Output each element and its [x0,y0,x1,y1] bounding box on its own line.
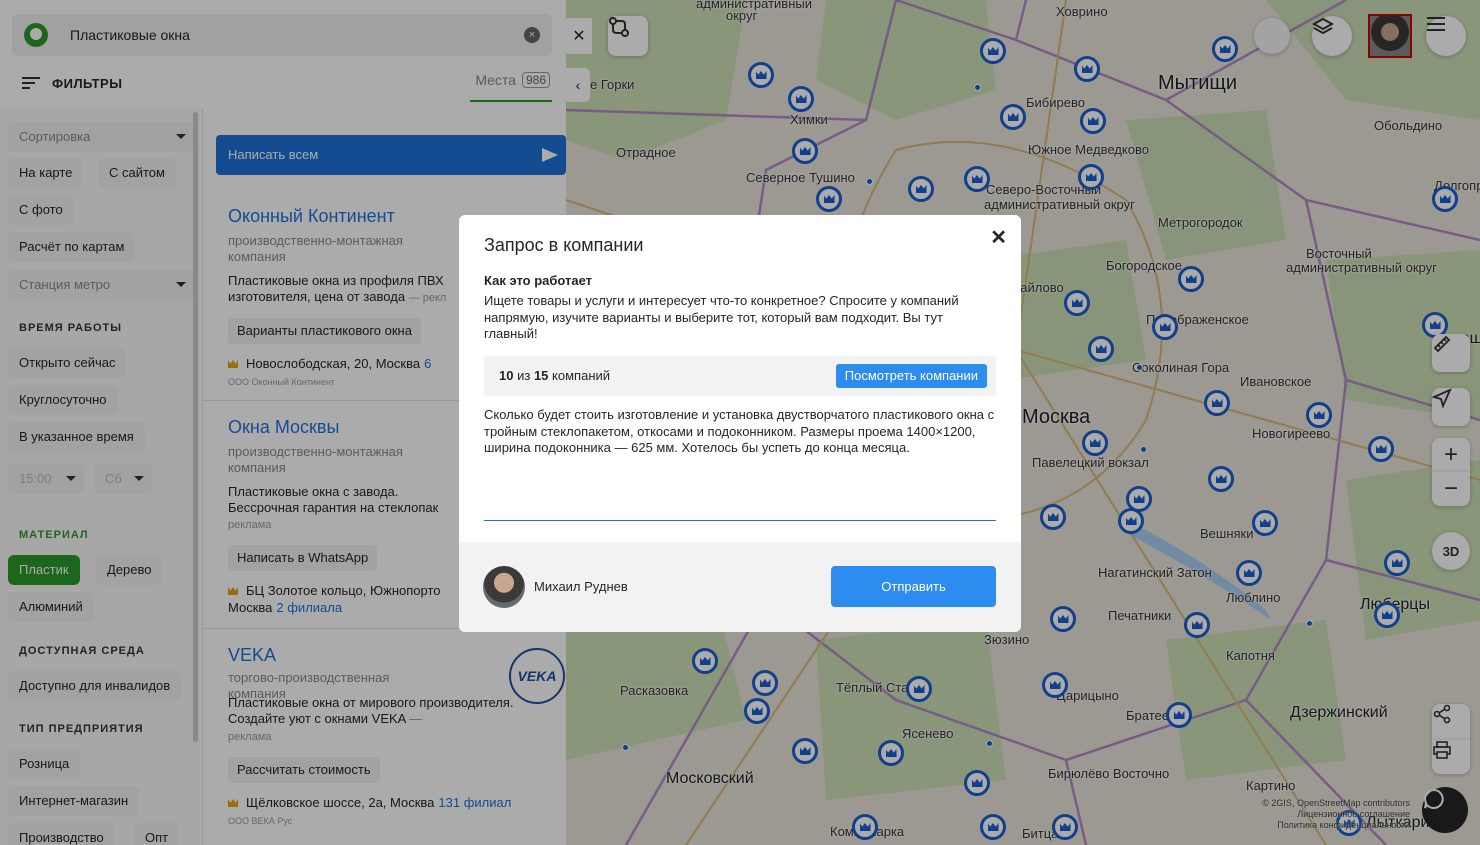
count-selected: 10 [499,368,514,383]
count-of: из [517,368,531,383]
how-it-works-text: Ищете товары и услуги и интересует что-т… [484,293,959,341]
modal-footer: Михаил Руднев Отправить [459,542,1021,632]
count-total: 15 [533,368,549,383]
send-button[interactable]: Отправить [831,566,996,607]
how-it-works-heading: Как это работает [484,273,593,288]
count-suffix: компаний [552,368,611,383]
sender-avatar [483,566,525,608]
request-modal: Запрос в компании ✕ Как это работает Ище… [459,215,1021,632]
view-companies-button[interactable]: Посмотреть компании [835,364,987,388]
message-textarea[interactable]: Сколько будет стоить изготовление и уста… [484,407,996,521]
modal-close-icon[interactable]: ✕ [990,225,1007,250]
app-root: Ховрино административный округ Мытищи Би… [0,0,1480,845]
companies-count: 10 из 15 компаний [499,368,610,383]
sender-name: Михаил Руднев [534,579,628,594]
modal-title: Запрос в компании [484,235,644,255]
companies-count-box: 10 из 15 компаний Посмотреть компании [484,356,996,396]
